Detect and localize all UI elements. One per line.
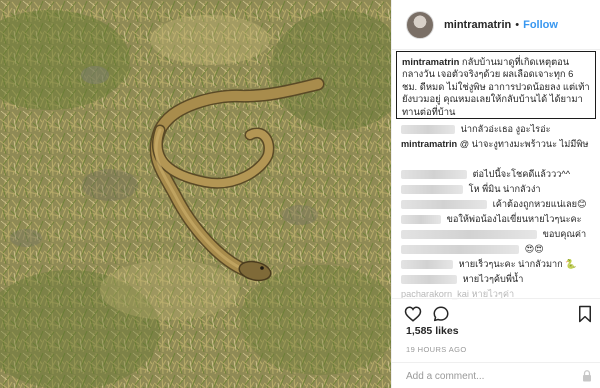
comment-text: @ น่าจะงูทางมะพร้าวนะ ไม่มีพิษ	[459, 139, 589, 149]
post-side-panel: mintramatrin • Follow mintramatrin กลับบ…	[391, 0, 600, 388]
bookmark-icon[interactable]	[576, 305, 594, 323]
comment-item: เค้าต้องถูกหวยแน่เลย😊	[401, 197, 597, 212]
follow-button[interactable]: Follow	[523, 19, 558, 31]
comment-text: หายไวๆค้บพี่น้ำ	[462, 274, 524, 284]
redacted-username	[401, 125, 455, 135]
like-count[interactable]: 1,585 likes	[406, 325, 459, 337]
redacted-username	[401, 185, 463, 195]
comment-text: น่ากลัวอ่ะเธอ งูอะไรอ่ะ	[460, 124, 551, 134]
redacted-username	[401, 230, 537, 240]
comment-text: เค้าต้องถูกหวยแน่เลย😊	[492, 199, 587, 209]
comment-text: ต่อไปนี้จะโชคดีแล้ววว^^	[472, 169, 571, 179]
comment-username[interactable]: mintramatrin	[401, 139, 457, 149]
comment-text: หายเร็วๆนะคะ น่ากลัวมาก 🐍	[458, 259, 577, 269]
heart-icon[interactable]	[404, 305, 422, 323]
avatar[interactable]	[406, 10, 434, 39]
comment-item: หายเร็วๆนะคะ น่ากลัวมาก 🐍	[401, 257, 597, 272]
comment-item: 😍😍	[401, 242, 597, 257]
snake-on-grass-image	[0, 0, 391, 388]
comment-list: น่ากลัวอ่ะเธอ งูอะไรอ่ะ mintramatrin @ น…	[401, 122, 597, 302]
caption: mintramatrin กลับบ้านมาดูที่เกิดเหตุตอนก…	[396, 51, 596, 119]
redacted-username	[401, 275, 457, 285]
redacted-username	[401, 245, 519, 255]
separator-dot: •	[515, 18, 520, 31]
comment-icon[interactable]	[432, 305, 450, 323]
comment-item: ขอให้พ่อน้องไอเขี่ยนหายไวๆนะคะ	[401, 212, 597, 227]
redacted-username	[401, 200, 487, 210]
comment-text: โห พี่มิน น่ากลัวง่า	[468, 184, 541, 194]
comment-text: 😍😍	[524, 244, 544, 254]
post-header: mintramatrin • Follow	[392, 0, 600, 50]
add-comment-input[interactable]	[406, 368, 566, 384]
redacted-username	[401, 215, 441, 225]
redacted-username	[401, 170, 467, 180]
post-username[interactable]: mintramatrin	[444, 19, 511, 31]
comment-item: น่ากลัวอ่ะเธอ งูอะไรอ่ะ	[401, 122, 597, 137]
comment-item: ต่อไปนี้จะโชคดีแล้ววว^^	[401, 167, 597, 182]
instagram-post: mintramatrin • Follow mintramatrin กลับบ…	[0, 0, 600, 388]
add-comment-bar	[392, 362, 600, 388]
lock-icon	[583, 370, 591, 382]
action-bar	[392, 298, 600, 328]
comment-text: ขอให้พ่อน้องไอเขี่ยนหายไวๆนะคะ	[446, 214, 582, 224]
post-photo[interactable]	[0, 0, 391, 388]
comment-item: ขอบคุณค่า	[401, 227, 597, 242]
caption-username[interactable]: mintramatrin	[402, 56, 459, 67]
redacted-username	[401, 260, 453, 270]
comment-item: mintramatrin @ น่าจะงูทางมะพร้าวนะ ไม่มี…	[401, 137, 597, 167]
comment-item: โห พี่มิน น่ากลัวง่า	[401, 182, 597, 197]
post-timestamp[interactable]: 19 HOURS AGO	[406, 345, 467, 354]
comment-text: ขอบคุณค่า	[542, 229, 587, 239]
comment-item: หายไวๆค้บพี่น้ำ	[401, 272, 597, 287]
